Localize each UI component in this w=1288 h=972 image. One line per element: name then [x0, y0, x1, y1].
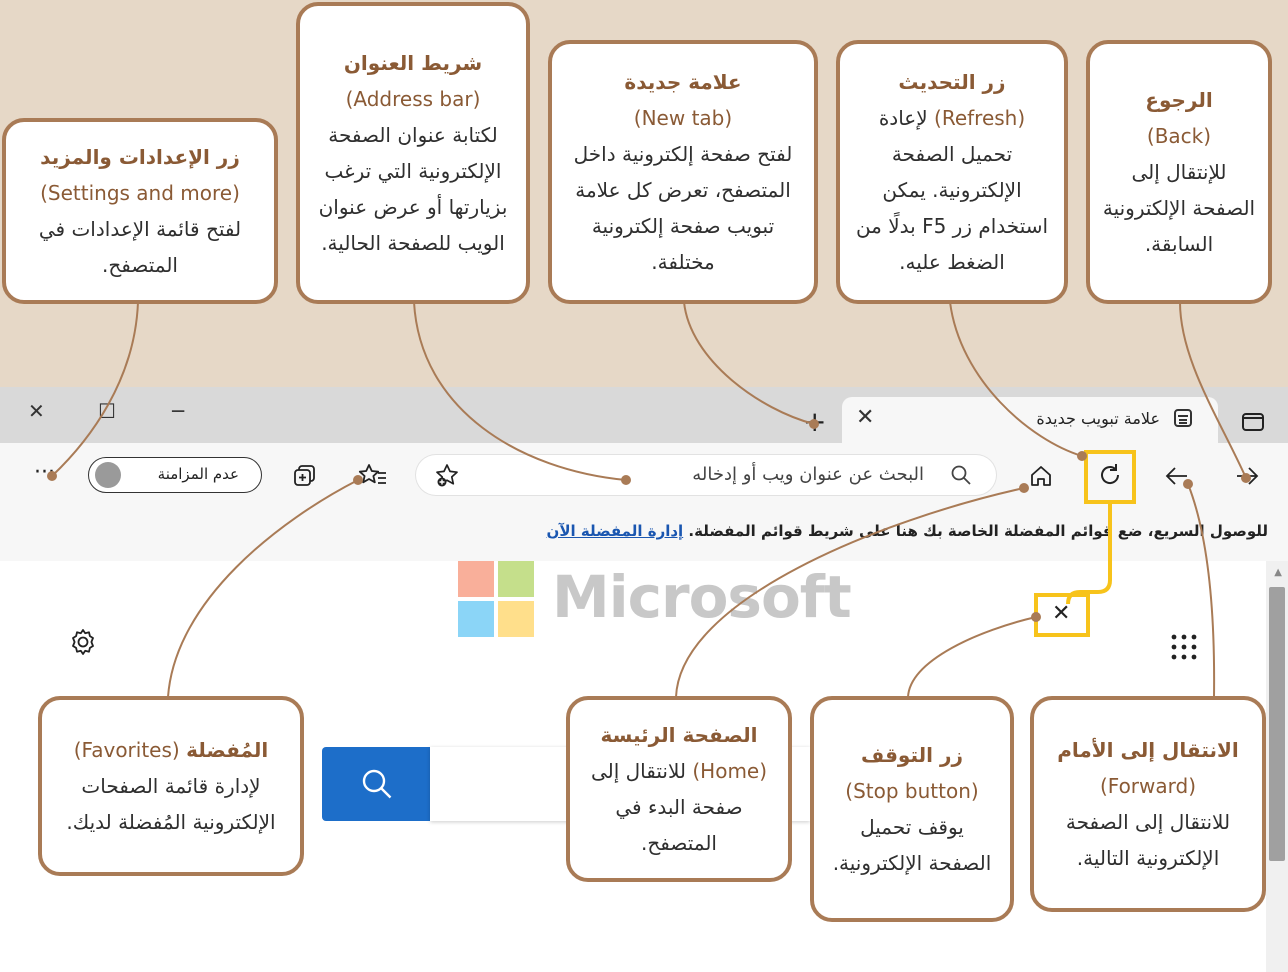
new-tab-page-icon — [1174, 409, 1192, 427]
callout-refresh: زر التحديث (Refresh) لإعادة تحميل الصفحة… — [836, 40, 1068, 304]
tab-close-icon[interactable]: ✕ — [856, 405, 874, 430]
callout-home-title: الصفحة الرئيسة — [600, 723, 758, 747]
apps-grid-icon[interactable] — [1170, 633, 1198, 665]
back-icon[interactable] — [1234, 463, 1260, 493]
home-icon[interactable] — [1028, 463, 1054, 493]
callout-refresh-text: لإعادة تحميل الصفحة الإلكترونية. يمكن اس… — [855, 106, 1049, 274]
callout-home-desc: (Home) للانتقال إلى صفحة البدء في المتصف… — [582, 753, 776, 861]
search-icon — [360, 767, 394, 805]
new-tab-button[interactable]: + — [803, 405, 826, 438]
callout-home: الصفحة الرئيسة (Home) للانتقال إلى صفحة … — [566, 696, 792, 882]
callout-stop-english: (Stop button) — [845, 779, 979, 803]
callout-back-desc: للإنتقال إلى الصفحة الإلكترونية السابقة. — [1102, 160, 1256, 256]
callout-stop: زر التوقف (Stop button) يوقف تحميل الصفح… — [810, 696, 1014, 922]
callout-new-tab-english: (New tab) — [633, 106, 733, 130]
callout-back: الرجوع (Back) للإنتقال إلى الصفحة الإلكت… — [1086, 40, 1272, 304]
callout-refresh-title: زر التحديث — [898, 70, 1006, 94]
callout-settings-english: (Settings and more) — [40, 181, 240, 205]
callout-forward: الانتقال إلى الأمام (Forward) للانتقال إ… — [1030, 696, 1266, 912]
tab-actions-icon[interactable] — [1242, 413, 1264, 431]
callout-address-bar-english: (Address bar) — [345, 87, 481, 111]
address-bar[interactable]: البحث عن عنوان ويب أو إدخاله — [416, 455, 996, 495]
stop-highlight: ✕ — [1034, 593, 1090, 637]
callout-new-tab-title: علامة جديدة — [624, 70, 742, 94]
callout-favorites-desc: لإدارة قائمة الصفحات الإلكترونية المُفضل… — [66, 774, 276, 834]
tab-strip: ✕ ☐ ─ + ✕ علامة تبويب جديدة — [0, 387, 1288, 443]
callout-favorites: المُفضلة (Favorites) لإدارة قائمة الصفحا… — [38, 696, 304, 876]
callout-address-bar-desc: لكتابة عنوان الصفحة الإلكترونية التي ترغ… — [318, 123, 508, 255]
callout-home-english: (Home) — [692, 759, 768, 783]
callout-stop-title: زر التوقف — [861, 743, 963, 767]
scroll-thumb[interactable] — [1269, 587, 1285, 861]
callout-settings: زر الإعدادات والمزيد (Settings and more)… — [2, 118, 278, 304]
microsoft-wordmark: Microsoft — [552, 563, 852, 631]
profile-sync-button[interactable]: عدم المزامنة — [88, 457, 262, 493]
callout-settings-desc: لفتح قائمة الإعدادات في المتصفح. — [38, 217, 242, 277]
callout-address-bar-title: شريط العنوان — [343, 51, 483, 75]
favorites-bar: للوصول السريع، ضع قوائم المفضلة الخاصة ب… — [0, 507, 1288, 562]
favorites-bar-text: للوصول السريع، ضع قوائم المفضلة الخاصة ب… — [688, 522, 1268, 540]
forward-icon[interactable] — [1164, 463, 1190, 493]
add-favorite-icon[interactable] — [434, 463, 460, 493]
favorites-bar-message: للوصول السريع، ضع قوائم المفضلة الخاصة ب… — [547, 522, 1268, 540]
callout-new-tab-desc: لفتح صفحة إلكترونية داخل المتصفح، تعرض ك… — [573, 142, 793, 274]
microsoft-logo-icon — [458, 561, 534, 637]
callout-refresh-desc: (Refresh) لإعادة تحميل الصفحة الإلكتروني… — [852, 100, 1052, 280]
callout-back-title: الرجوع — [1145, 88, 1213, 112]
web-search-button[interactable] — [322, 747, 430, 821]
callout-stop-desc: يوقف تحميل الصفحة الإلكترونية. — [832, 815, 992, 875]
scroll-up-icon[interactable]: ▲ — [1274, 567, 1282, 578]
scrollbar[interactable]: ▲ — [1266, 561, 1288, 972]
window-maximize-icon[interactable]: ☐ — [98, 399, 116, 423]
sync-label: عدم المزامنة — [157, 465, 239, 483]
callout-forward-english: (Forward) — [1099, 774, 1197, 798]
callout-back-english: (Back) — [1146, 124, 1212, 148]
callout-refresh-english: (Refresh) — [934, 106, 1026, 130]
more-icon[interactable]: ··· — [34, 461, 55, 485]
search-icon — [950, 464, 972, 490]
callout-favorites-title: المُفضلة — [186, 738, 269, 762]
callout-settings-title: زر الإعدادات والمزيد — [40, 145, 240, 169]
callout-new-tab: علامة جديدة (New tab) لفتح صفحة إلكتروني… — [548, 40, 818, 304]
callout-favorites-head: المُفضلة (Favorites) — [54, 732, 288, 768]
favorites-icon[interactable] — [358, 463, 388, 493]
tab-title: علامة تبويب جديدة — [1036, 409, 1160, 428]
address-placeholder: البحث عن عنوان ويب أو إدخاله — [692, 464, 924, 485]
callout-address-bar: شريط العنوان (Address bar) لكتابة عنوان … — [296, 2, 530, 304]
refresh-highlight — [1084, 450, 1136, 504]
callout-forward-title: الانتقال إلى الأمام — [1057, 738, 1239, 762]
window-close-icon[interactable]: ✕ — [28, 399, 45, 423]
manage-favorites-link[interactable]: إدارة المفضلة الآن — [547, 522, 684, 540]
avatar — [95, 462, 121, 488]
page-settings-icon[interactable] — [68, 627, 98, 661]
tab-new-tab[interactable]: ✕ علامة تبويب جديدة — [842, 397, 1218, 443]
callout-favorites-english: (Favorites) — [73, 738, 180, 762]
callout-forward-desc: للانتقال إلى الصفحة الإلكترونية التالية. — [1065, 810, 1231, 870]
collections-icon[interactable] — [292, 463, 318, 493]
stop-icon[interactable]: ✕ — [1052, 601, 1070, 626]
window-minimize-icon[interactable]: ─ — [172, 399, 184, 423]
